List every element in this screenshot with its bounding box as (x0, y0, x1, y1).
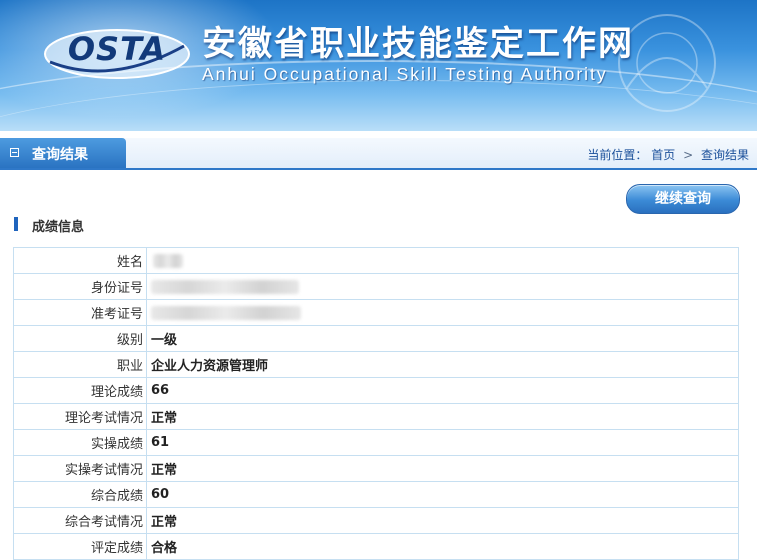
section-marker (14, 217, 18, 231)
row-value: 61 (146, 429, 739, 456)
table-row: 级别 一级 (13, 325, 739, 352)
row-value: 60 (146, 481, 739, 508)
osta-logo: OSTA (42, 24, 192, 84)
redacted-mask (151, 305, 301, 320)
row-value: 正常 (146, 507, 739, 534)
score-table: 姓名 身份证号 准考证号 级别 一级 职业 企业人力资源管理师 理论成绩 66 (13, 247, 739, 560)
row-label: 职业 (13, 351, 147, 378)
row-label: 姓名 (13, 247, 147, 274)
table-row: 评定成绩 合格 (13, 533, 739, 560)
section-tab-title: 查询结果 (32, 147, 88, 163)
section-tab: 查询结果 (0, 138, 126, 168)
site-title: 安徽省职业技能鉴定工作网 (202, 24, 634, 64)
breadcrumb: 当前位置： 首页 > 查询结果 (587, 146, 749, 163)
row-label: 准考证号 (13, 299, 147, 326)
row-label: 身份证号 (13, 273, 147, 300)
main-content: 继续查询 成绩信息 姓名 身份证号 准考证号 级别 一级 职业 企业人力资源管理… (0, 170, 757, 560)
row-value: 66 (146, 377, 739, 404)
breadcrumb-home-link[interactable]: 首页 (651, 146, 675, 163)
breadcrumb-prefix: 当前位置： (587, 148, 648, 162)
table-row: 实操成绩 61 (13, 429, 739, 456)
row-value: 合格 (146, 533, 739, 560)
redacted-mask (151, 279, 299, 294)
minus-box-icon (10, 148, 19, 157)
row-value: 正常 (146, 403, 739, 430)
row-value-ticket (146, 299, 739, 326)
table-row: 综合成绩 60 (13, 481, 739, 508)
row-label: 实操成绩 (13, 429, 147, 456)
table-row: 理论成绩 66 (13, 377, 739, 404)
table-row: 姓名 (13, 247, 739, 274)
breadcrumb-separator: > (683, 148, 694, 162)
section-bar: 查询结果 当前位置： 首页 > 查询结果 (0, 138, 757, 170)
row-label: 综合考试情况 (13, 507, 147, 534)
breadcrumb-current: 查询结果 (700, 148, 749, 162)
redacted-mask (153, 253, 183, 268)
site-banner: OSTA 安徽省职业技能鉴定工作网 Anhui Occupational Ski… (0, 0, 757, 131)
row-label: 评定成绩 (13, 533, 147, 560)
row-label: 实操考试情况 (13, 455, 147, 482)
table-row: 身份证号 (13, 273, 739, 300)
table-row: 实操考试情况 正常 (13, 455, 739, 482)
table-row: 准考证号 (13, 299, 739, 326)
row-value: 企业人力资源管理师 (146, 351, 739, 378)
row-label: 理论成绩 (13, 377, 147, 404)
continue-query-button[interactable]: 继续查询 (626, 184, 740, 214)
row-label: 级别 (13, 325, 147, 352)
row-value-name (146, 247, 739, 274)
row-label: 综合成绩 (13, 481, 147, 508)
section-title: 成绩信息 (32, 220, 85, 235)
row-value: 正常 (146, 455, 739, 482)
row-value-id (146, 273, 739, 300)
table-row: 理论考试情况 正常 (13, 403, 739, 430)
row-value: 一级 (146, 325, 739, 352)
logo-text: OSTA (67, 30, 167, 68)
row-label: 理论考试情况 (13, 403, 147, 430)
table-row: 职业 企业人力资源管理师 (13, 351, 739, 378)
table-row: 综合考试情况 正常 (13, 507, 739, 534)
site-subtitle: Anhui Occupational Skill Testing Authori… (202, 64, 608, 84)
